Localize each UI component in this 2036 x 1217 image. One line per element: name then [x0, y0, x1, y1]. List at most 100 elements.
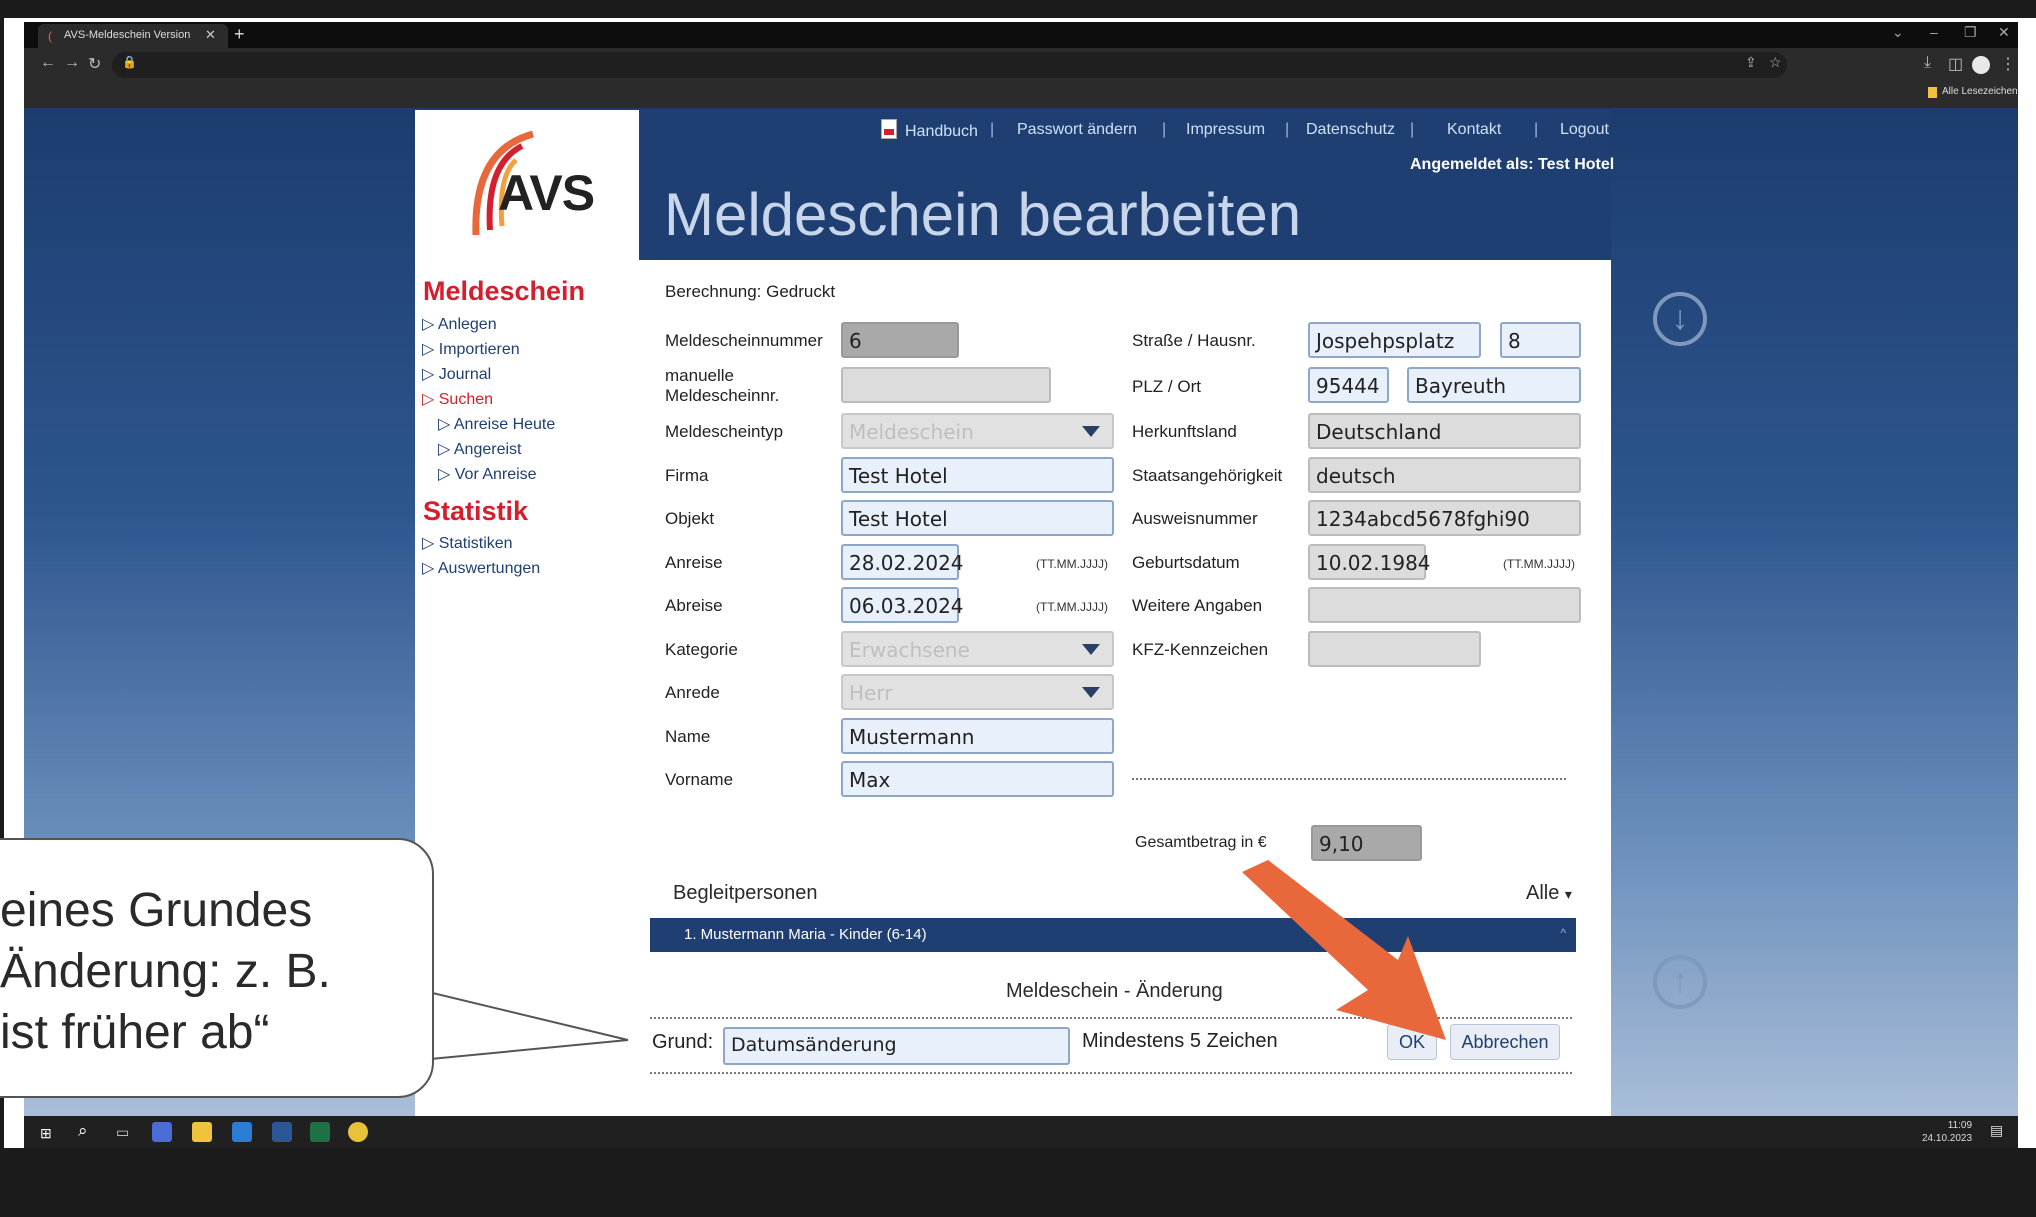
label-objekt: Objekt	[665, 509, 715, 528]
nav-handbuch[interactable]: Handbuch	[905, 123, 978, 141]
sidepanel-icon[interactable]: ◫	[1948, 54, 1963, 74]
label-kfz: KFZ-Kennzeichen	[1132, 640, 1269, 659]
label-abreise: Abreise	[665, 596, 723, 615]
sidebar-item-angereist[interactable]: ▷ Angereist	[438, 439, 521, 459]
plz-field[interactable]: 95444	[1308, 367, 1389, 403]
pdf-icon	[881, 119, 897, 139]
label-manuelle-nr: manuelle Meldescheinnr.	[665, 366, 780, 405]
nav-separator: |	[990, 121, 995, 138]
excel-icon[interactable]	[310, 1122, 330, 1142]
geburtsdatum-field[interactable]: 10.02.1984	[1308, 544, 1431, 580]
label-firma: Firma	[665, 466, 709, 485]
restore-icon[interactable]: ❐	[1964, 24, 1977, 41]
notification-icon[interactable]: ▤	[1990, 1122, 2003, 1139]
menu-icon[interactable]: ⋮	[2000, 54, 2016, 74]
vorname-field[interactable]: Max	[841, 761, 1114, 797]
anrede-select[interactable]: Herr	[841, 674, 1114, 710]
anreise-format-hint: (TT.MM.JJJJ)	[1036, 557, 1108, 571]
taskbar-clock[interactable]: 11:09 24.10.2023	[1922, 1119, 1972, 1145]
abbrechen-button[interactable]: Abbrechen	[1450, 1024, 1560, 1060]
scroll-down-icon[interactable]: ↓	[1653, 292, 1707, 346]
address-bar[interactable]	[112, 52, 1787, 78]
manuelle-nr-field[interactable]	[841, 367, 1051, 403]
callout-pointer	[420, 988, 629, 1062]
staatsangehoerigkeit-field[interactable]: deutsch	[1308, 457, 1581, 493]
new-tab-icon[interactable]: +	[234, 24, 245, 44]
download-icon[interactable]: ⤓	[1924, 54, 1931, 72]
label-meldescheinnummer: Meldescheinnummer	[665, 331, 823, 350]
close-tab-icon[interactable]: ✕	[205, 27, 216, 43]
grund-input[interactable]: Datumsänderung	[723, 1027, 1070, 1065]
sidebar-item-auswertungen[interactable]: ▷ Auswertungen	[422, 558, 540, 578]
sidebar-item-vor-anreise[interactable]: ▷ Vor Anreise	[438, 464, 537, 484]
name-field[interactable]: Mustermann	[841, 718, 1114, 754]
task-view-icon[interactable]: ▭	[116, 1124, 129, 1141]
browser-tab[interactable]: AVS-Meldeschein Version	[38, 24, 228, 48]
firma-field[interactable]: Test Hotel	[841, 457, 1114, 493]
clock-time: 11:09	[1947, 1120, 1973, 1131]
nav-kontakt[interactable]: Kontakt	[1447, 121, 1501, 139]
hausnr-field[interactable]: 8	[1500, 322, 1581, 358]
sidebar-item-anreise-heute[interactable]: ▷ Anreise Heute	[438, 414, 555, 434]
outlook-icon[interactable]	[232, 1122, 252, 1142]
kfz-field[interactable]	[1308, 631, 1481, 667]
window-close-icon[interactable]: ✕	[1998, 24, 2010, 41]
herkunftsland-field[interactable]: Deutschland	[1308, 413, 1581, 449]
all-bookmarks-link[interactable]: Alle Lesezeichen	[1942, 86, 2018, 97]
label-plz-ort: PLZ / Ort	[1132, 377, 1201, 396]
weitere-angaben-field[interactable]	[1308, 587, 1581, 623]
sidebar-item-statistiken[interactable]: ▷ Statistiken	[422, 533, 513, 553]
browser-tabbar	[24, 22, 2018, 48]
chevron-up-icon[interactable]: ^	[1560, 926, 1566, 940]
back-icon[interactable]: ←	[40, 54, 56, 72]
ort-field[interactable]: Bayreuth	[1407, 367, 1581, 403]
minimize-icon[interactable]: –	[1930, 24, 1938, 40]
begleitpersonen-heading: Begleitpersonen	[673, 882, 818, 904]
label-name: Name	[665, 727, 711, 746]
label-staatsangehoerigkeit: Staatsangehörigkeit	[1132, 466, 1283, 485]
caret-down-icon: ▾	[1564, 886, 1572, 902]
sidebar-item-anlegen[interactable]: ▷ Anlegen	[422, 314, 497, 334]
clock-date: 24.10.2023	[1922, 1133, 1973, 1144]
tab-search-icon[interactable]: ⌄	[1892, 24, 1904, 41]
forward-icon[interactable]: →	[64, 54, 80, 72]
reload-icon[interactable]: ↻	[88, 54, 101, 74]
nav-separator: |	[1410, 121, 1415, 138]
meldescheintyp-select[interactable]: Meldeschein	[841, 413, 1114, 449]
folder-icon	[1928, 87, 1937, 98]
sidebar-item-journal[interactable]: ▷ Journal	[422, 364, 491, 384]
teams-icon[interactable]	[152, 1122, 172, 1142]
nav-separator: |	[1534, 121, 1539, 138]
nav-datenschutz[interactable]: Datenschutz	[1306, 121, 1395, 139]
file-explorer-icon[interactable]	[192, 1122, 212, 1142]
logo-text: AVS	[498, 165, 595, 221]
scroll-up-icon[interactable]: ↑	[1653, 955, 1707, 1009]
ausweisnummer-field[interactable]: 1234abcd5678fghi90	[1308, 500, 1581, 536]
nav-impressum[interactable]: Impressum	[1186, 121, 1265, 139]
lock-icon: 🔒	[122, 55, 137, 69]
label-vorname: Vorname	[665, 770, 734, 789]
tab-title: AVS-Meldeschein Version	[64, 29, 191, 41]
search-icon[interactable]: ⌕	[78, 1121, 88, 1141]
berechnung-status: Berechnung: Gedruckt	[665, 282, 836, 301]
nav-logout[interactable]: Logout	[1560, 121, 1609, 139]
begleitpersonen-filter[interactable]: Alle ▾	[1526, 882, 1572, 905]
share-icon[interactable]: ⇪	[1745, 54, 1757, 71]
label-gesamtbetrag: Gesamtbetrag in €	[1135, 834, 1267, 851]
nav-passwort[interactable]: Passwort ändern	[1017, 121, 1137, 139]
sidebar-item-importieren[interactable]: ▷ Importieren	[422, 339, 520, 359]
abreise-field[interactable]: 06.03.2024	[841, 587, 964, 623]
profile-avatar[interactable]	[1972, 56, 1990, 74]
sidebar-item-suchen[interactable]: ▷ Suchen	[422, 389, 493, 409]
word-icon[interactable]	[272, 1122, 292, 1142]
bookmarks-bar	[24, 80, 2018, 108]
chrome-icon[interactable]	[348, 1122, 368, 1142]
kategorie-select[interactable]: Erwachsene	[841, 631, 1114, 667]
windows-start-icon[interactable]: ⊞	[40, 1125, 52, 1142]
objekt-field[interactable]: Test Hotel	[841, 500, 1114, 536]
avs-favicon-icon: (	[48, 29, 52, 43]
anreise-field[interactable]: 28.02.2024	[841, 544, 964, 580]
bookmark-star-icon[interactable]: ☆	[1769, 54, 1782, 71]
strasse-field[interactable]: Jospehpsplatz	[1308, 322, 1481, 358]
aenderung-heading: Meldeschein - Änderung	[1006, 980, 1223, 1002]
